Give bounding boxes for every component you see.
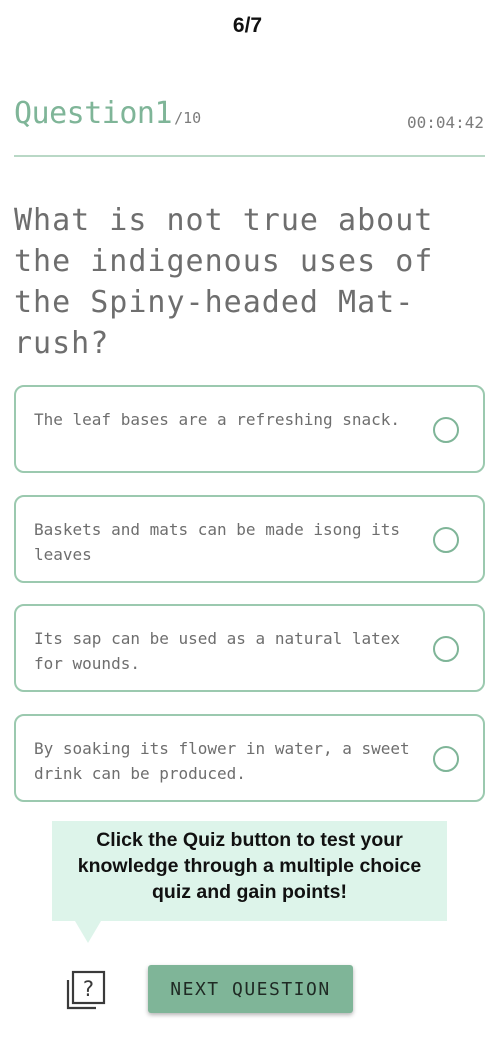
answer-option-1[interactable]: The leaf bases are a refreshing snack.: [14, 385, 485, 473]
question-text: What is not true about the indigenous us…: [14, 203, 434, 361]
tooltip-text: Click the Quiz button to test your knowl…: [77, 829, 422, 903]
radio-button[interactable]: [433, 636, 459, 662]
answer-option-label: The leaf bases are a refreshing snack.: [34, 410, 401, 429]
question-total: /10: [174, 109, 202, 127]
answer-option-2[interactable]: Baskets and mats can be made isong its l…: [14, 495, 485, 583]
answer-option-label: Baskets and mats can be made isong its l…: [34, 520, 401, 564]
quiz-question-icon[interactable]: ?: [64, 968, 108, 1012]
quiz-icon-graphic: ?: [66, 970, 106, 1010]
question-title: Question1/10: [14, 96, 201, 131]
next-question-button[interactable]: NEXT QUESTION: [148, 965, 353, 1013]
answer-option-3[interactable]: Its sap can be used as a natural latex f…: [14, 604, 485, 692]
timer: 00:04:42: [406, 113, 484, 132]
answer-option-label: By soaking its flower in water, a sweet …: [34, 739, 410, 783]
svg-text:?: ?: [83, 977, 94, 1001]
radio-button[interactable]: [433, 527, 459, 553]
answer-option-4[interactable]: By soaking its flower in water, a sweet …: [14, 714, 485, 802]
tooltip-pointer: [75, 921, 101, 943]
question-number: Question1: [14, 96, 173, 131]
step-counter: 6/7: [232, 14, 263, 37]
quiz-tooltip: Click the Quiz button to test your knowl…: [52, 821, 447, 943]
answer-option-label: Its sap can be used as a natural latex f…: [34, 629, 401, 673]
radio-button[interactable]: [433, 746, 459, 772]
header-divider: [14, 155, 485, 157]
radio-button[interactable]: [433, 417, 459, 443]
question-header: Question1/10 00:04:42: [14, 96, 484, 136]
